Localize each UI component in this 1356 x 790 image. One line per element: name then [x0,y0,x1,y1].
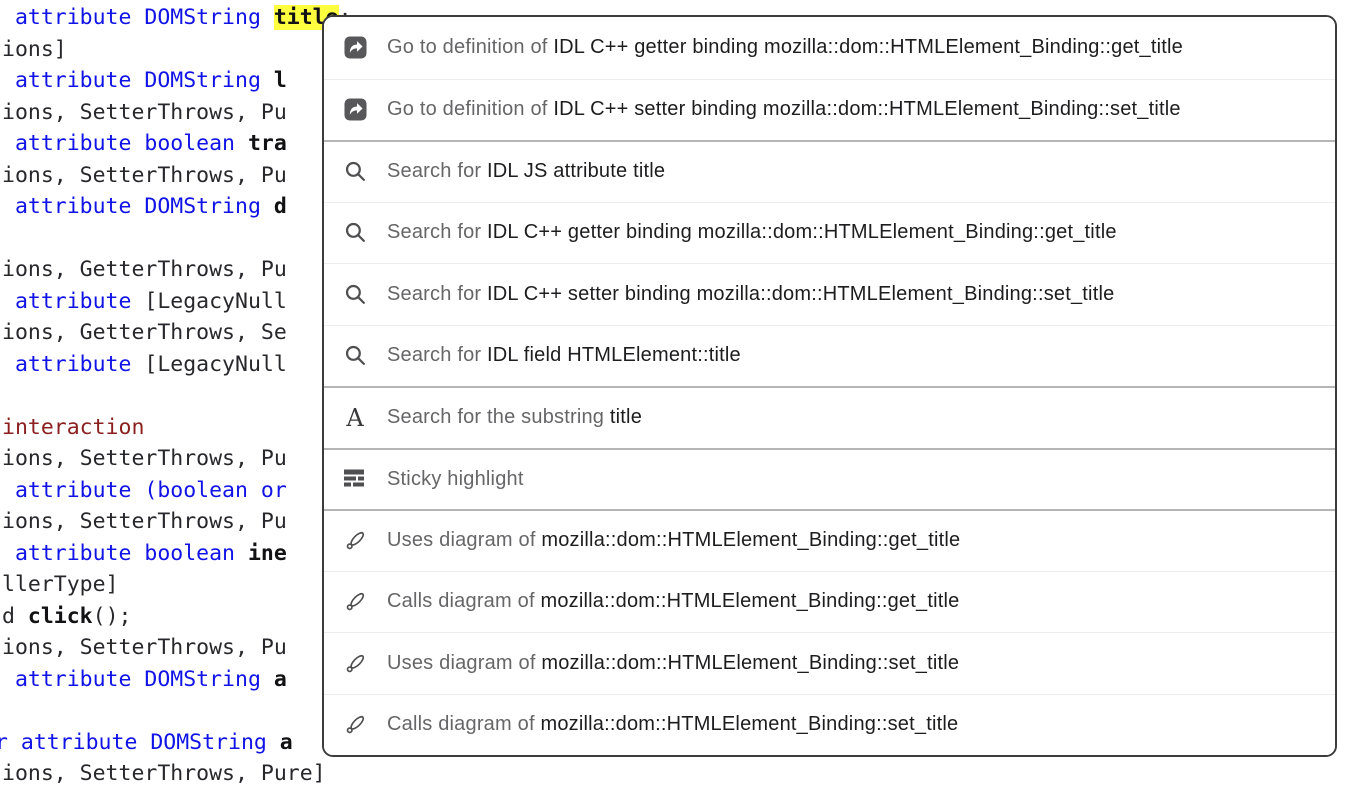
code-token: d [274,194,287,219]
context-menu-item-label: Search for IDL JS attribute title [387,160,665,183]
context-menu-item-label: Uses diagram of mozilla::dom::HTMLElemen… [387,529,960,552]
context-menu-item-label: Calls diagram of mozilla::dom::HTMLEleme… [387,590,959,613]
code-token: ions, SetterThrows, Pu [2,163,287,188]
code-token: attribute boolean [2,131,248,156]
code-token: [LegacyNull [144,289,286,314]
sticky-highlight-icon [342,469,368,489]
diagram-icon [342,530,368,551]
context-menu-item-label: Uses diagram of mozilla::dom::HTMLElemen… [387,652,959,675]
code-token: click [28,604,93,629]
diagram-icon [342,591,368,612]
code-token: ions] [2,37,67,62]
search-icon [342,160,368,183]
context-menu-item[interactable]: Search for IDL C++ setter binding mozill… [324,263,1335,325]
code-token: r attribute DOMString [0,730,280,755]
code-token: attribute (boolean or [2,478,287,503]
code-token: ions, SetterThrows, Pure] [2,761,326,786]
context-menu-item-label: Sticky highlight [387,468,524,491]
diagram-icon [342,714,368,735]
code-token: attribute DOMString [2,667,274,692]
context-menu-item-label: Search for IDL C++ getter binding mozill… [387,221,1117,244]
context-menu-item[interactable]: Search for IDL C++ getter binding mozill… [324,202,1335,264]
code-token: llerType] [2,572,119,597]
context-menu-item[interactable]: Go to definition of IDL C++ setter bindi… [324,79,1335,141]
context-menu-item-label: Search for IDL field HTMLElement::title [387,344,741,367]
code-token: tra [248,131,287,156]
search-icon [342,283,368,306]
context-menu-item-label: Calls diagram of mozilla::dom::HTMLEleme… [387,713,958,736]
context-menu-item[interactable]: Calls diagram of mozilla::dom::HTMLEleme… [324,571,1335,633]
code-token: (); [93,604,132,629]
search-icon [342,344,368,367]
code-token: ions, GetterThrows, Se [2,320,287,345]
context-menu-item[interactable]: Sticky highlight [324,448,1335,510]
code-token: attribute [2,289,144,314]
code-token: ions, SetterThrows, Pu [2,509,287,534]
code-token: attribute DOMString [2,5,274,30]
code-token: ions, SetterThrows, Pu [2,446,287,471]
context-menu-item[interactable]: Uses diagram of mozilla::dom::HTMLElemen… [324,632,1335,694]
context-menu-item[interactable]: A Search for the substring title [324,386,1335,448]
context-menu-item[interactable]: Search for IDL field HTMLElement::title [324,325,1335,387]
code-line: ions, SetterThrows, Pure] [2,758,1356,790]
context-menu-item-label: Go to definition of IDL C++ setter bindi… [387,98,1181,121]
context-menu-item-label: Search for the substring title [387,406,642,429]
code-token: ions, GetterThrows, Pu [2,257,287,282]
go-to-definition-icon [342,98,368,121]
code-token: a [274,667,287,692]
code-token: attribute DOMString [2,68,274,93]
search-icon [342,221,368,244]
context-menu-item[interactable]: Calls diagram of mozilla::dom::HTMLEleme… [324,694,1335,756]
context-menu: Go to definition of IDL C++ getter bindi… [322,15,1337,757]
code-token: attribute [2,352,144,377]
context-menu-item[interactable]: Go to definition of IDL C++ getter bindi… [324,17,1335,79]
page: { "colors": { "keyword": "#1013e6", "com… [0,0,1356,788]
substring-icon: A [342,406,368,430]
code-token: attribute DOMString [2,194,274,219]
code-token: [LegacyNull [144,352,286,377]
code-token: l [274,68,287,93]
code-token: d [2,604,28,629]
code-token: ions, SetterThrows, Pu [2,635,287,660]
code-token: interaction [2,415,144,440]
context-menu-item-label: Go to definition of IDL C++ getter bindi… [387,36,1183,59]
code-token: a [280,730,293,755]
code-token: ions, SetterThrows, Pu [2,100,287,125]
diagram-icon [342,653,368,674]
context-menu-item[interactable]: Search for IDL JS attribute title [324,140,1335,202]
code-token: attribute boolean [2,541,248,566]
go-to-definition-icon [342,36,368,59]
context-menu-item[interactable]: Uses diagram of mozilla::dom::HTMLElemen… [324,509,1335,571]
context-menu-item-label: Search for IDL C++ setter binding mozill… [387,283,1114,306]
code-token: ine [248,541,287,566]
